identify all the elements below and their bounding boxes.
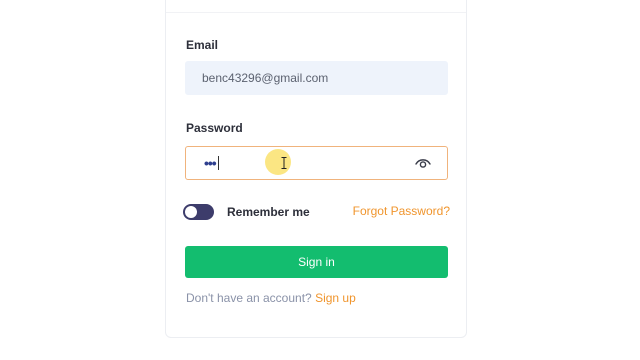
login-card: Email benc43296@gmail.com Password ••• R… — [165, 0, 467, 338]
toggle-knob — [185, 206, 197, 218]
password-label: Password — [186, 121, 243, 135]
login-page: Email benc43296@gmail.com Password ••• R… — [0, 0, 640, 360]
eye-icon[interactable] — [415, 156, 431, 170]
password-field[interactable]: ••• — [185, 146, 448, 180]
email-field[interactable]: benc43296@gmail.com — [185, 61, 448, 95]
sign-up-link[interactable]: Sign up — [315, 291, 356, 305]
password-value: ••• — [204, 155, 217, 171]
text-caret — [217, 156, 219, 170]
email-value: benc43296@gmail.com — [202, 71, 329, 85]
sign-in-button[interactable]: Sign in — [185, 246, 448, 278]
forgot-password-link[interactable]: Forgot Password? — [353, 204, 450, 218]
text-cursor-icon — [281, 157, 287, 169]
signup-row: Don't have an account? Sign up — [186, 291, 356, 305]
email-label: Email — [186, 38, 219, 52]
remember-me-toggle[interactable] — [183, 204, 214, 220]
card-divider — [166, 12, 466, 13]
cursor-highlight — [265, 149, 291, 175]
remember-me-label: Remember me — [227, 205, 310, 219]
signup-prompt: Don't have an account? — [186, 291, 312, 305]
